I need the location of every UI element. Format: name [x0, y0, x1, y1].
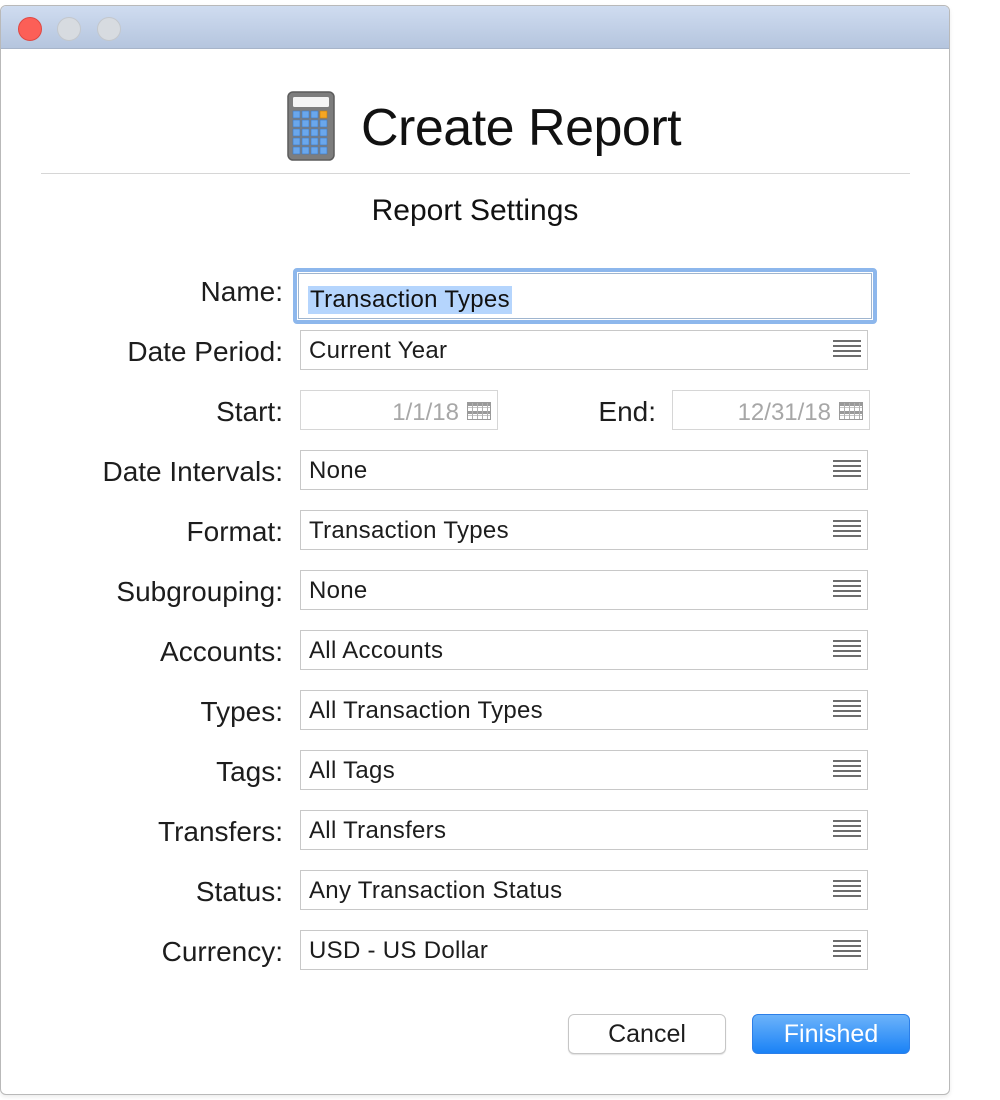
- title-bar[interactable]: [1, 6, 949, 49]
- date-intervals-value: None: [309, 457, 368, 484]
- date-intervals-label: Date Intervals:: [102, 456, 283, 487]
- calendar-icon[interactable]: [467, 402, 491, 420]
- start-date-field[interactable]: 1/1/18: [300, 390, 498, 430]
- header-divider: [41, 173, 910, 174]
- menu-lines-icon: [833, 580, 861, 600]
- start-date-value: 1/1/18: [392, 399, 459, 426]
- accounts-select[interactable]: All Accounts: [300, 630, 868, 670]
- cancel-button[interactable]: Cancel: [568, 1014, 726, 1054]
- menu-lines-icon: [833, 640, 861, 660]
- transfers-label: Transfers:: [158, 816, 283, 847]
- date-period-label: Date Period:: [127, 336, 283, 367]
- menu-lines-icon: [833, 880, 861, 900]
- calculator-icon: [287, 91, 335, 161]
- currency-value: USD - US Dollar: [309, 937, 489, 964]
- date-period-value: Current Year: [309, 337, 448, 364]
- calendar-icon[interactable]: [839, 402, 863, 420]
- currency-select[interactable]: USD - US Dollar: [300, 930, 868, 970]
- menu-lines-icon: [833, 340, 861, 360]
- subgrouping-value: None: [309, 577, 368, 604]
- end-date-field[interactable]: 12/31/18: [672, 390, 870, 430]
- menu-lines-icon: [833, 940, 861, 960]
- create-report-window: Create Report Report Settings Name: Tran…: [0, 5, 950, 1095]
- types-select[interactable]: All Transaction Types: [300, 690, 868, 730]
- zoom-window-button[interactable]: [97, 17, 121, 41]
- currency-label: Currency:: [161, 936, 283, 967]
- accounts-value: All Accounts: [309, 637, 444, 664]
- menu-lines-icon: [833, 820, 861, 840]
- tags-value: All Tags: [309, 757, 396, 784]
- menu-lines-icon: [833, 700, 861, 720]
- close-window-button[interactable]: [18, 17, 42, 41]
- format-value: Transaction Types: [309, 517, 509, 544]
- start-label: Start:: [216, 396, 283, 427]
- minimize-window-button[interactable]: [57, 17, 81, 41]
- name-label: Name:: [200, 276, 283, 307]
- status-label: Status:: [195, 876, 283, 907]
- accounts-label: Accounts:: [160, 636, 283, 667]
- date-intervals-select[interactable]: None: [300, 450, 868, 490]
- subgrouping-label: Subgrouping:: [116, 576, 283, 607]
- status-select[interactable]: Any Transaction Status: [300, 870, 868, 910]
- finished-button[interactable]: Finished: [752, 1014, 910, 1054]
- dialog-title: Create Report: [361, 99, 682, 157]
- types-label: Types:: [200, 696, 283, 727]
- date-period-select[interactable]: Current Year: [300, 330, 868, 370]
- subgrouping-select[interactable]: None: [300, 570, 868, 610]
- section-title: Report Settings: [371, 194, 579, 227]
- name-input[interactable]: Transaction Types: [293, 268, 877, 324]
- name-input-value: Transaction Types: [308, 286, 512, 314]
- format-label: Format:: [186, 516, 283, 547]
- tags-select[interactable]: All Tags: [300, 750, 868, 790]
- status-value: Any Transaction Status: [309, 877, 563, 904]
- transfers-value: All Transfers: [309, 817, 447, 844]
- menu-lines-icon: [833, 760, 861, 780]
- menu-lines-icon: [833, 520, 861, 540]
- end-date-value: 12/31/18: [737, 399, 831, 426]
- menu-lines-icon: [833, 460, 861, 480]
- end-label: End:: [598, 396, 656, 427]
- transfers-select[interactable]: All Transfers: [300, 810, 868, 850]
- format-select[interactable]: Transaction Types: [300, 510, 868, 550]
- types-value: All Transaction Types: [309, 697, 543, 724]
- tags-label: Tags:: [216, 756, 283, 787]
